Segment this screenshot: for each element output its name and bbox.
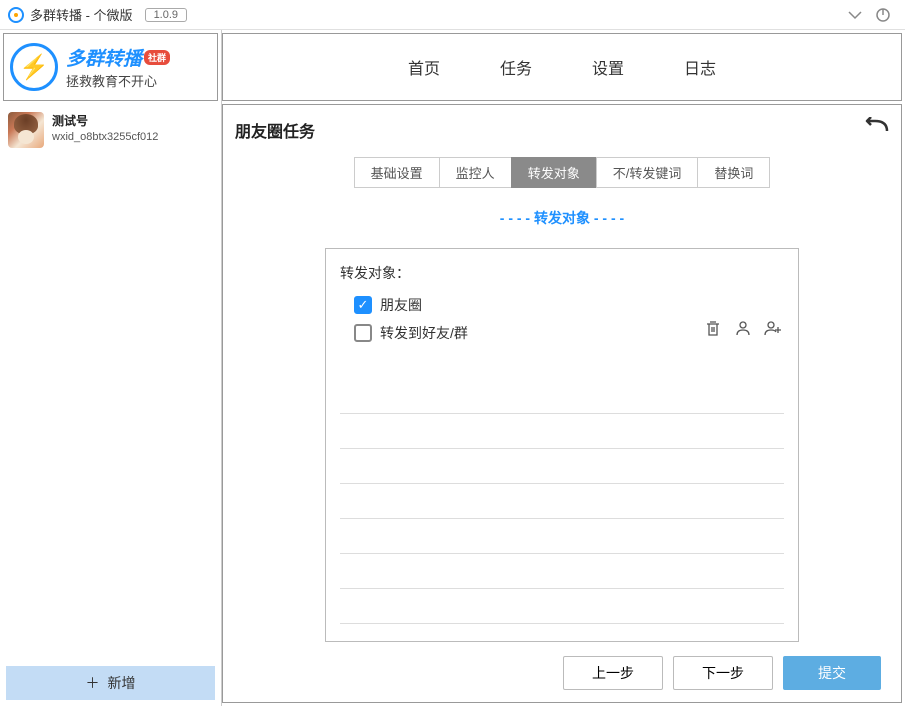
sidebar: ⚡ 多群转播 社群 拯救教育不开心 测试号 wxid_o8btx3255cf01… xyxy=(0,30,222,706)
checkbox-moments-label: 朋友圈 xyxy=(380,295,422,315)
app-icon xyxy=(8,7,24,23)
avatar xyxy=(8,112,44,148)
checkbox-friends-groups[interactable] xyxy=(354,324,372,342)
tab-keywords[interactable]: 不/转发键词 xyxy=(596,157,699,188)
tab-forward-target[interactable]: 转发对象 xyxy=(511,157,597,188)
add-button[interactable]: ＋ 新增 xyxy=(6,666,215,700)
account-item[interactable]: 测试号 wxid_o8btx3255cf012 xyxy=(0,104,221,156)
app-title: 多群转播 - 个微版 xyxy=(30,5,133,24)
power-icon[interactable] xyxy=(869,1,897,29)
titlebar: 多群转播 - 个微版 1.0.9 xyxy=(0,0,905,30)
person-icon[interactable] xyxy=(732,317,754,339)
panel-title: 朋友圈任务 xyxy=(235,118,315,142)
logo-box: ⚡ 多群转播 社群 拯救教育不开心 xyxy=(3,33,218,101)
next-button[interactable]: 下一步 xyxy=(673,656,773,690)
add-person-icon[interactable] xyxy=(762,317,784,339)
account-id: wxid_o8btx3255cf012 xyxy=(52,131,158,143)
checkbox-friends-groups-label: 转发到好友/群 xyxy=(380,323,468,343)
nav-settings[interactable]: 设置 xyxy=(592,55,624,79)
footer-buttons: 上一步 下一步 提交 xyxy=(235,656,889,690)
nav-home[interactable]: 首页 xyxy=(408,55,440,79)
logo-subtitle: 拯救教育不开心 xyxy=(66,71,211,90)
nav-tasks[interactable]: 任务 xyxy=(500,55,532,79)
tab-basic[interactable]: 基础设置 xyxy=(354,157,440,188)
form-box: 转发对象： ✓ 朋友圈 转发到好友/群 xyxy=(325,248,799,642)
nav-log[interactable]: 日志 xyxy=(684,55,716,79)
minimize-icon[interactable] xyxy=(841,1,869,29)
checkbox-moments[interactable]: ✓ xyxy=(354,296,372,314)
logo-badge: 社群 xyxy=(144,50,170,65)
back-icon[interactable] xyxy=(861,117,889,143)
submit-button[interactable]: 提交 xyxy=(783,656,881,690)
form-label: 转发对象： xyxy=(340,263,784,283)
content-panel: 朋友圈任务 基础设置 监控人 转发对象 不/转发键词 替换词 - - - - 转… xyxy=(222,104,902,703)
plus-icon: ＋ xyxy=(86,673,100,693)
logo-title: 多群转播 社群 xyxy=(66,44,211,71)
prev-button[interactable]: 上一步 xyxy=(563,656,663,690)
list-area xyxy=(340,379,784,627)
section-title: - - - - 转发对象 - - - - xyxy=(235,208,889,228)
tabs: 基础设置 监控人 转发对象 不/转发键词 替换词 xyxy=(235,157,889,188)
top-nav: 首页 任务 设置 日志 xyxy=(222,33,902,101)
tab-replace[interactable]: 替换词 xyxy=(697,157,770,188)
delete-icon[interactable] xyxy=(702,317,724,339)
logo-icon: ⚡ xyxy=(10,43,58,91)
tab-monitor[interactable]: 监控人 xyxy=(439,157,512,188)
version-badge: 1.0.9 xyxy=(145,8,187,22)
account-name: 测试号 xyxy=(52,112,158,129)
